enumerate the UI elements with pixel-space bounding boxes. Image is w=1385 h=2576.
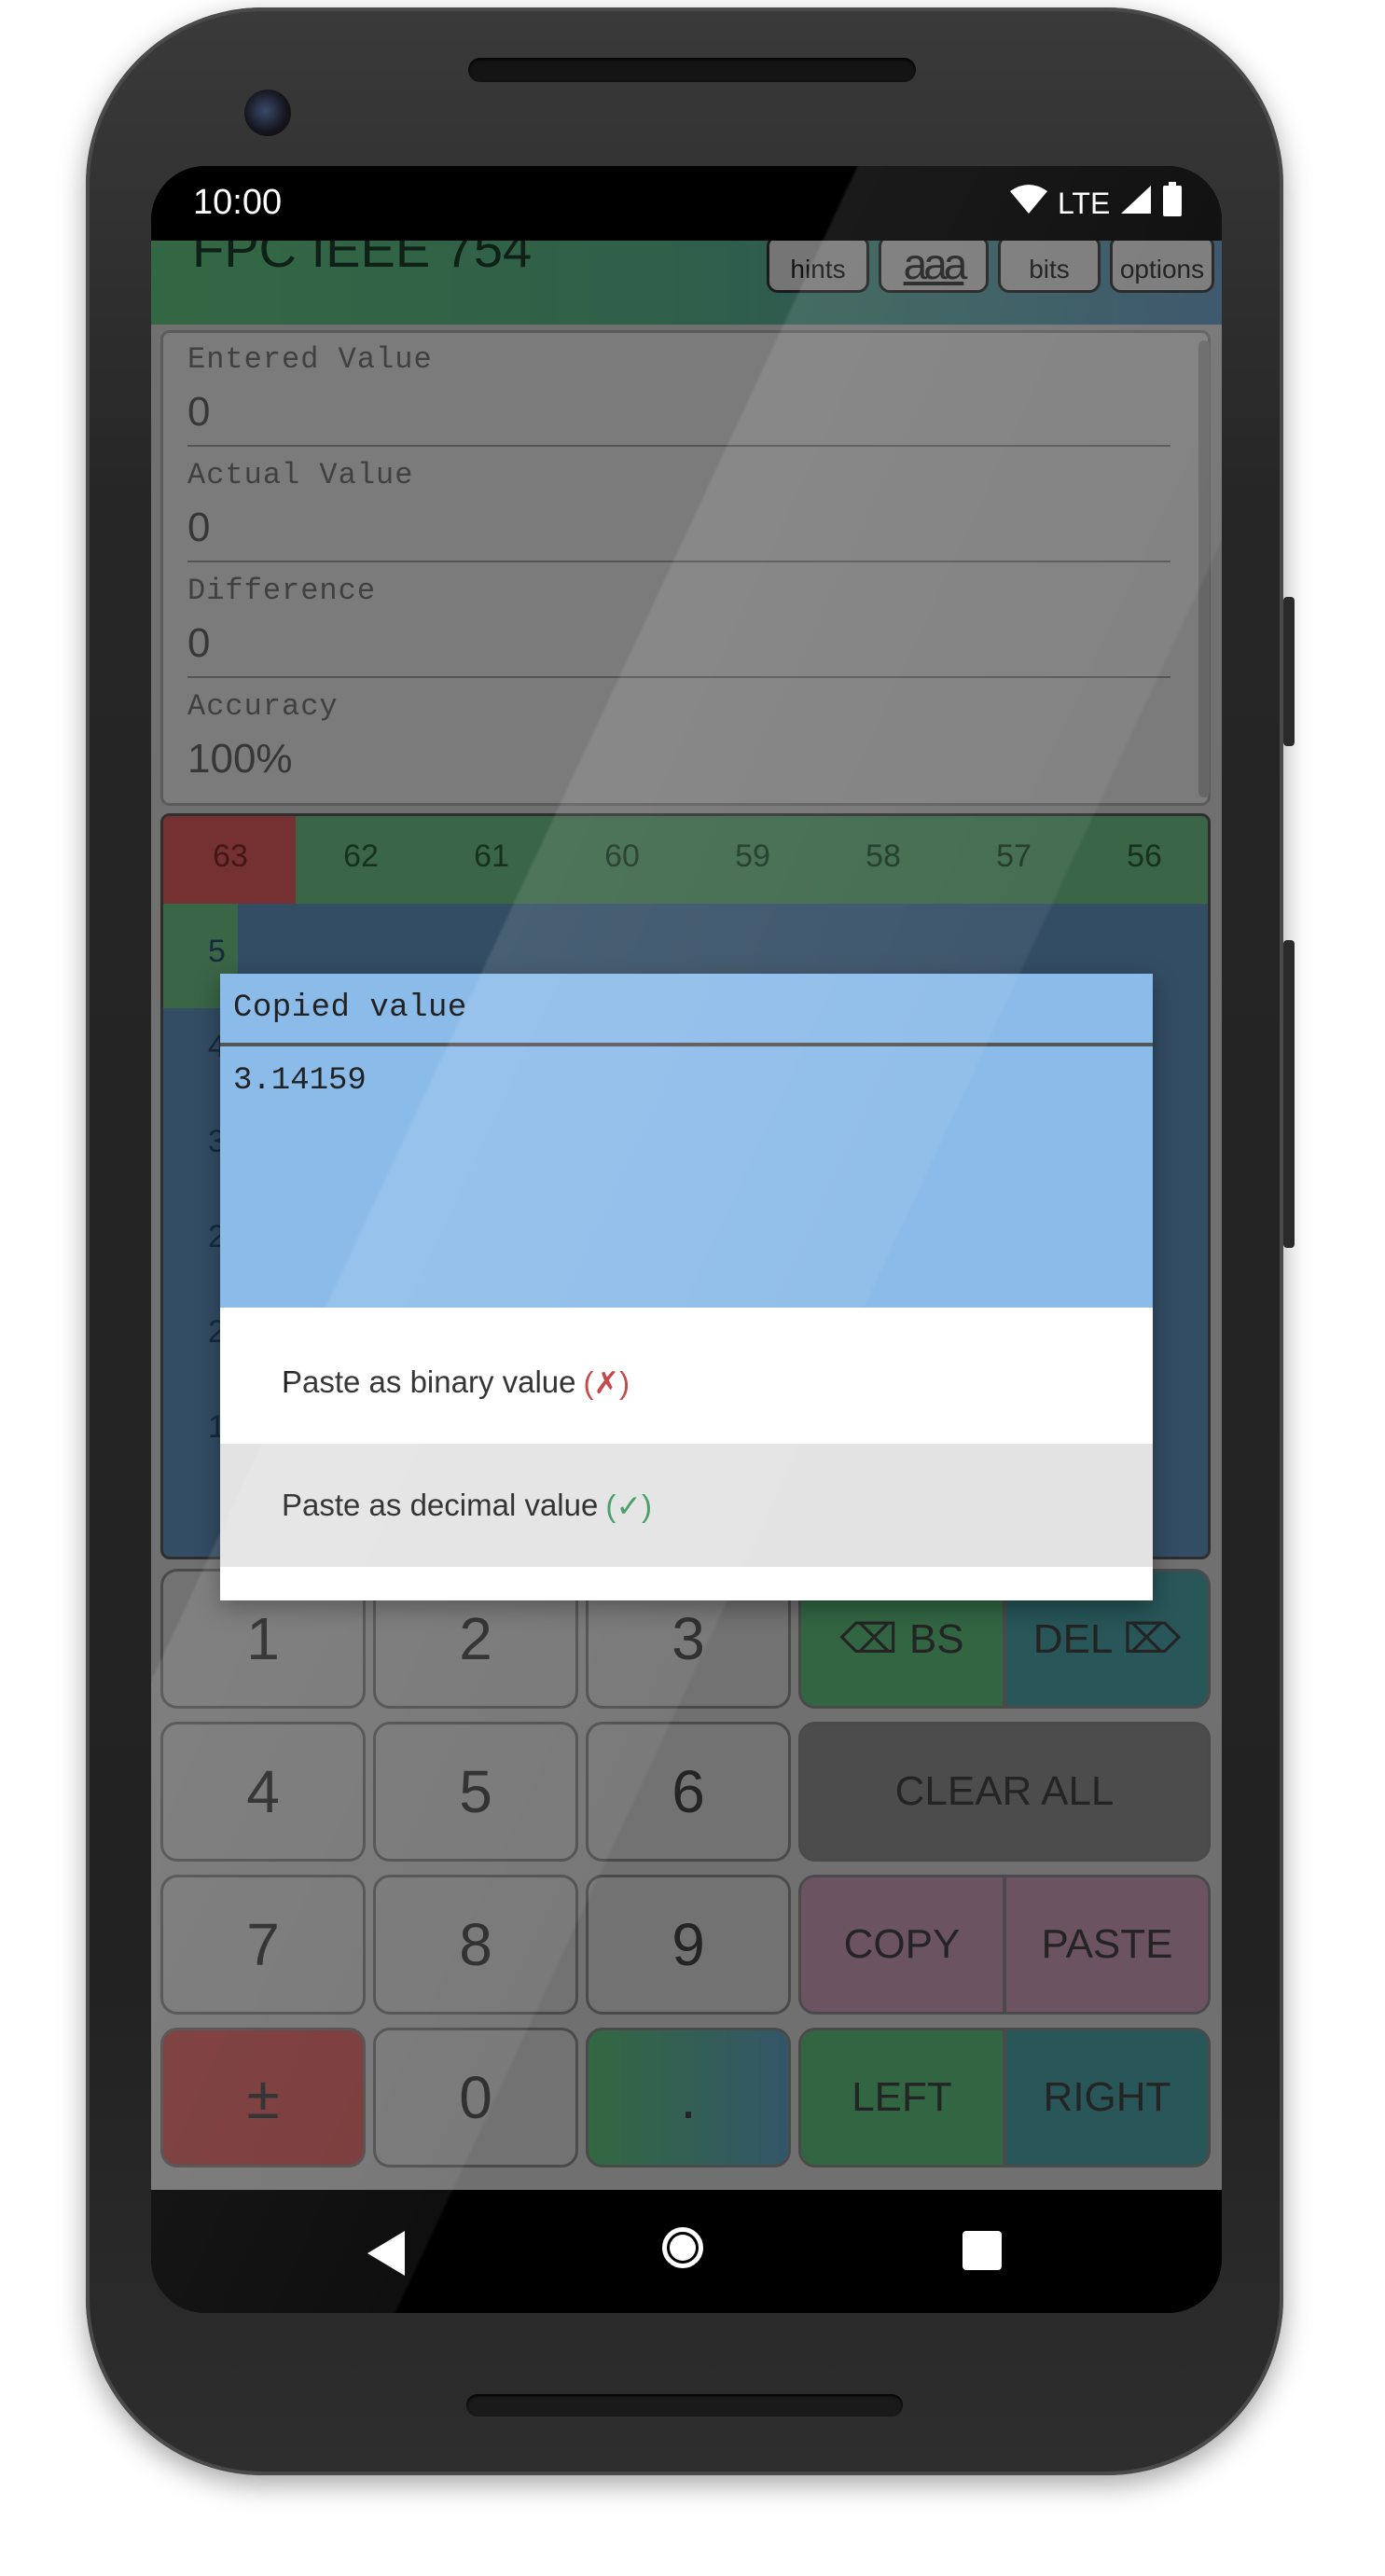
- top-speaker-grille: [468, 58, 916, 82]
- signal-icon: [1119, 184, 1153, 223]
- copied-value-dialog: Copied value 3.14159 Paste as binary val…: [220, 974, 1153, 1600]
- paste-binary-option[interactable]: Paste as binary value (✗): [220, 1321, 1153, 1444]
- status-time: 10:00: [193, 183, 283, 222]
- copied-value-text: 3.14159: [233, 1063, 367, 1099]
- status-bar: 10:00 LTE: [151, 166, 1222, 241]
- power-button: [1283, 597, 1295, 746]
- dialog-title: Copied value: [233, 990, 467, 1026]
- bottom-speaker-grille: [466, 2394, 903, 2417]
- wifi-icon: [1009, 184, 1048, 223]
- status-icons: LTE: [1009, 182, 1183, 225]
- check-icon: (✓): [605, 1488, 652, 1523]
- dialog-title-bar: Copied value: [220, 974, 1153, 1046]
- navigation-bar: [151, 2190, 1222, 2313]
- paste-binary-label: Paste as binary value: [282, 1364, 576, 1399]
- front-camera: [244, 90, 291, 136]
- cross-icon: (✗): [583, 1364, 630, 1400]
- recents-icon[interactable]: [963, 2231, 1002, 2270]
- app-content: FPC IEEE 754 hints aaa bits options Ente…: [151, 241, 1222, 2190]
- paste-decimal-label: Paste as decimal value: [282, 1488, 599, 1522]
- paste-decimal-option[interactable]: Paste as decimal value (✓): [220, 1444, 1153, 1567]
- home-icon-inner: [670, 2235, 696, 2261]
- dialog-content: 3.14159: [220, 1046, 1153, 1308]
- network-type: LTE: [1058, 186, 1111, 220]
- back-icon[interactable]: [367, 2231, 405, 2276]
- device-screen: 10:00 LTE FPC IEEE 754 hints aaa bits op…: [151, 166, 1222, 2313]
- volume-button: [1283, 940, 1295, 1248]
- battery-icon: [1162, 182, 1183, 225]
